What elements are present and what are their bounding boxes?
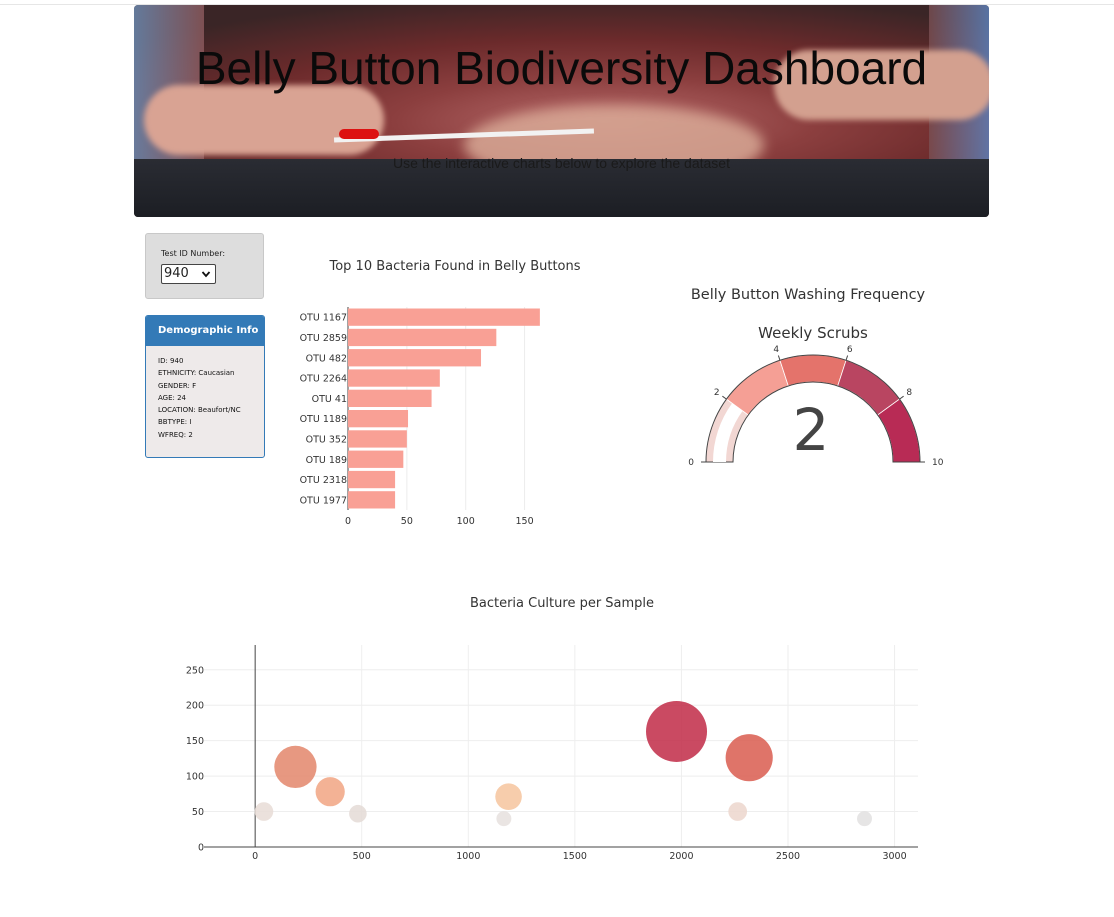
bubble-x-tick-label: 2000 (669, 851, 693, 862)
gauge-chart: Belly Button Washing Frequency Weekly Sc… (688, 287, 944, 468)
gauge-subtitle: Weekly Scrubs (758, 324, 868, 342)
gauge-tick (722, 395, 727, 400)
gauge-tick-label: 6 (847, 345, 853, 355)
demographic-line: ETHNICITY: Caucasian (158, 369, 235, 378)
bar-x-tick-label: 100 (457, 516, 475, 527)
bar (348, 389, 432, 407)
bubble-y-tick-label: 0 (198, 843, 204, 854)
jumbotron-header: Belly Button Biodiversity Dashboard Use … (134, 5, 989, 217)
bar (348, 410, 409, 428)
demographic-body: ID: 940 ETHNICITY: Caucasian GENDER: F A… (146, 346, 264, 441)
bubble (728, 802, 748, 821)
bubble-y-tick-label: 100 (186, 772, 204, 783)
bubble-chart-title: Bacteria Culture per Sample (470, 596, 654, 611)
bar-category-label: OTU 2264 (300, 374, 347, 385)
bubble (274, 745, 317, 789)
bar-category-label: OTU 2318 (300, 475, 347, 486)
bar (348, 491, 396, 509)
bubble (349, 804, 367, 823)
bubble-y-tick-label: 200 (186, 701, 204, 712)
bar-x-tick-label: 0 (345, 516, 351, 527)
bar (348, 450, 404, 468)
demographic-line: BBTYPE: I (158, 418, 192, 427)
bar-category-label: OTU 352 (306, 434, 347, 445)
bubble-x-tick-label: 3000 (882, 851, 906, 862)
bar-category-label: OTU 1189 (300, 414, 347, 425)
bubble-y-tick-label: 150 (186, 736, 204, 747)
test-id-panel: Test ID Number: 940 (145, 233, 264, 299)
bar-chart-title: Top 10 Bacteria Found in Belly Buttons (328, 259, 580, 274)
test-id-label: Test ID Number: (161, 249, 226, 258)
bar-category-label: OTU 41 (312, 394, 347, 405)
gauge-tick-label: 4 (773, 345, 779, 355)
bubble-x-tick-label: 1500 (563, 851, 587, 862)
bubble-x-tick-label: 0 (252, 851, 258, 862)
gauge-tick (845, 355, 849, 361)
gauge-value: 2 (793, 396, 830, 464)
demographic-line: AGE: 24 (158, 393, 187, 402)
bubble-chart: Bacteria Culture per Sample 0 50 100 150 200… (186, 596, 918, 862)
demographic-line: LOCATION: Beaufort/NC (158, 406, 241, 415)
test-id-select[interactable]: 940 (161, 264, 216, 284)
bar-x-tick-label: 150 (516, 516, 534, 527)
bubble-y-tick-label: 50 (192, 807, 204, 818)
page-subtitle: Use the interactive charts below to expl… (393, 155, 730, 171)
demographic-panel: Demographic Info ID: 940 ETHNICITY: Cauc… (145, 315, 265, 458)
gauge-tick (777, 355, 781, 361)
page-title: Belly Button Biodiversity Dashboard (195, 42, 928, 94)
gauge-tick-label: 2 (714, 388, 720, 398)
bubble-x-tick-label: 2500 (776, 851, 800, 862)
bubble (254, 802, 274, 821)
bar-x-tick-label: 50 (401, 516, 413, 527)
gauge-tick-label: 10 (932, 458, 944, 468)
bubble (725, 734, 773, 782)
gauge-tick-label: 0 (688, 458, 694, 468)
bar (348, 308, 540, 326)
gauge-tick (899, 395, 904, 400)
bar (348, 349, 482, 367)
demographic-heading: Demographic Info (146, 316, 264, 346)
bar-category-label: OTU 1977 (300, 495, 347, 506)
bar (348, 430, 407, 448)
bar (348, 470, 396, 489)
bubble (646, 700, 708, 762)
demographic-line: ID: 940 (158, 357, 184, 365)
bubble-x-tick-label: 1000 (456, 851, 480, 862)
bar-category-label: OTU 189 (306, 455, 347, 466)
bar-category-label: OTU 1167 (300, 313, 347, 324)
bubble (496, 811, 512, 827)
test-id-select-value: 940 (164, 266, 189, 281)
demographic-line: WFREQ: 2 (158, 430, 193, 439)
bubble (495, 783, 522, 810)
bubble (857, 811, 872, 827)
demographic-line: GENDER: F (158, 381, 197, 390)
gauge-tick-label: 8 (906, 388, 912, 398)
bar-category-label: OTU 482 (306, 353, 347, 364)
bubble-x-tick-label: 500 (353, 851, 371, 862)
chevron-down-icon (201, 265, 211, 290)
bubble (315, 777, 345, 807)
bar (348, 328, 497, 347)
bar (348, 369, 440, 387)
gauge-step (779, 354, 847, 387)
bubble-y-tick-label: 250 (186, 665, 204, 676)
gauge-title: Belly Button Washing Frequency (691, 287, 926, 303)
bar-category-label: OTU 2859 (300, 333, 347, 344)
